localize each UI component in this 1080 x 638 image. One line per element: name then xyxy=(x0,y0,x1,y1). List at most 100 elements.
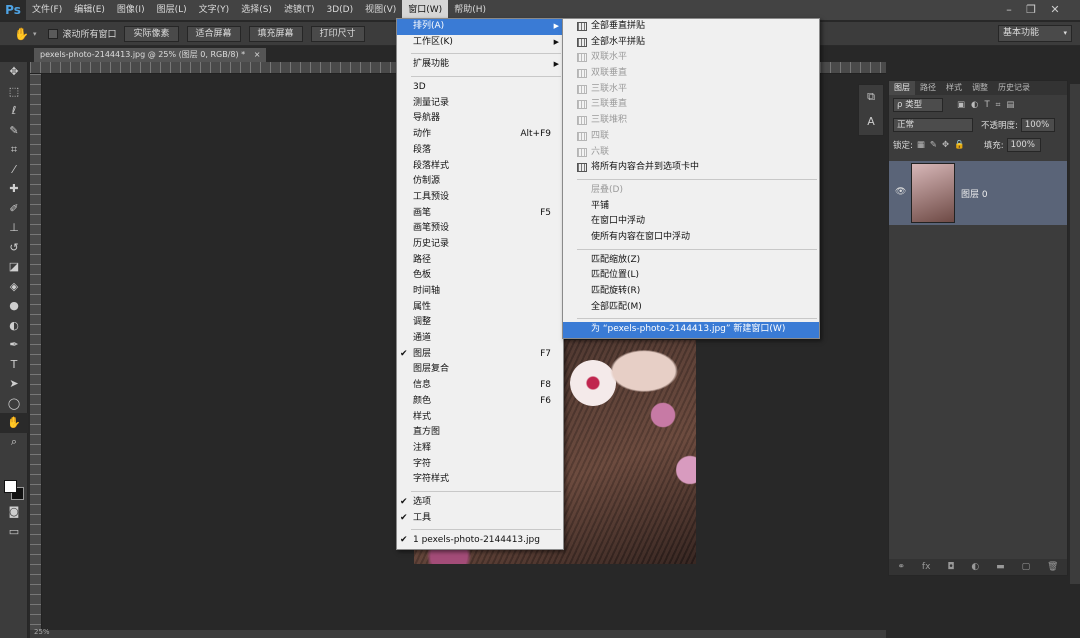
close-icon[interactable]: × xyxy=(254,50,261,59)
menu-option[interactable]: 字符 xyxy=(397,457,563,473)
menu-option[interactable]: 信息 F8 xyxy=(397,378,563,394)
new-layer-icon[interactable]: ▢ xyxy=(1022,562,1031,572)
move-tool-icon[interactable]: ✥ xyxy=(0,62,28,82)
menu-option[interactable]: 全部水平拼贴 xyxy=(563,35,819,51)
type-tool-icon[interactable]: T xyxy=(0,355,28,375)
menu-option[interactable]: 仿制源 xyxy=(397,174,563,190)
menu-option[interactable]: 直方图 xyxy=(397,425,563,441)
quick-select-tool-icon[interactable]: ✎ xyxy=(0,121,28,141)
fill-screen-button[interactable]: 填充屏幕 xyxy=(248,25,303,42)
menu-option[interactable]: 匹配位置(L) xyxy=(563,268,819,284)
panel-scrollbar[interactable] xyxy=(1070,84,1080,584)
menu-option[interactable]: 时间轴 xyxy=(397,284,563,300)
link-icon[interactable]: ⚭ xyxy=(897,562,905,572)
menu-option[interactable]: 调整 xyxy=(397,315,563,331)
trash-icon[interactable]: 🗑 xyxy=(1047,562,1058,572)
pen-tool-icon[interactable]: ✒ xyxy=(0,335,28,355)
foreground-color-swatch[interactable] xyxy=(4,480,17,493)
menu-option[interactable]: 颜色 F6 xyxy=(397,394,563,410)
menu-option[interactable]: 排列(A) ▶ xyxy=(397,19,563,35)
marquee-tool-icon[interactable]: ⬚ xyxy=(0,82,28,102)
brush-tool-icon[interactable]: ✐ xyxy=(0,199,28,219)
hand-tool-icon[interactable]: ✋ xyxy=(14,27,29,41)
dodge-tool-icon[interactable]: ◐ xyxy=(0,316,28,336)
hand-tool-icon[interactable]: ✋ xyxy=(0,413,28,433)
menu-option[interactable]: 全部匹配(M) xyxy=(563,300,819,316)
layer-row[interactable]: 👁 图层 0 xyxy=(889,161,1067,225)
menu-item[interactable]: 窗口(W) xyxy=(402,0,449,20)
blend-mode-select[interactable]: 正常 xyxy=(893,118,973,132)
menu-option[interactable]: 路径 xyxy=(397,253,563,269)
fit-screen-button[interactable]: 适合屏幕 xyxy=(186,25,241,42)
ellipse-tool-icon[interactable]: ◯ xyxy=(0,394,28,414)
menu-item[interactable]: 滤镜(T) xyxy=(278,0,321,20)
document-tab[interactable]: pexels-photo-2144413.jpg @ 25% (图层 0, RG… xyxy=(34,48,267,62)
menu-option[interactable]: 在窗口中浮动 xyxy=(563,214,819,230)
mask-icon[interactable]: ◘ xyxy=(947,562,954,572)
history-panel-icon[interactable]: ⧉ xyxy=(859,85,883,109)
eye-icon[interactable]: 👁 xyxy=(895,187,906,197)
menu-option[interactable]: ✔ 1 pexels-photo-2144413.jpg xyxy=(397,533,563,549)
menu-option[interactable]: 3D xyxy=(397,80,563,96)
menu-option[interactable]: 测量记录 xyxy=(397,96,563,112)
menu-option[interactable]: ✔ 选项 xyxy=(397,495,563,511)
menu-option[interactable]: 将所有内容合并到选项卡中 xyxy=(563,160,819,176)
menu-option[interactable]: 历史记录 xyxy=(397,237,563,253)
quick-mask-icon[interactable]: ◙ xyxy=(0,502,28,522)
layer-filter-select[interactable]: ρ 类型 xyxy=(893,98,943,112)
menu-item[interactable]: 图层(L) xyxy=(151,0,193,20)
filter-icons[interactable]: ▣◐T⌗▤ xyxy=(957,100,1020,110)
menu-item[interactable]: 帮助(H) xyxy=(448,0,492,20)
menu-item[interactable]: 文字(Y) xyxy=(193,0,236,20)
menu-option[interactable]: 使所有内容在窗口中浮动 xyxy=(563,230,819,246)
tab-layers[interactable]: 图层 xyxy=(889,81,915,95)
menu-option[interactable]: 工具预设 xyxy=(397,190,563,206)
menu-option[interactable]: 段落样式 xyxy=(397,159,563,175)
lasso-tool-icon[interactable]: ℓ xyxy=(0,101,28,121)
healing-tool-icon[interactable]: ✚ xyxy=(0,179,28,199)
workspace-select[interactable]: 基本功能 ▾ xyxy=(998,25,1072,42)
menu-option[interactable]: 平铺 xyxy=(563,199,819,215)
menu-option[interactable]: 通道 xyxy=(397,331,563,347)
menu-option[interactable]: ✔ 工具 xyxy=(397,511,563,527)
menu-option[interactable]: 全部垂直拼贴 xyxy=(563,19,819,35)
clone-stamp-tool-icon[interactable]: ⊥ xyxy=(0,218,28,238)
paint-bucket-tool-icon[interactable]: ◈ xyxy=(0,277,28,297)
menu-option[interactable]: 样式 xyxy=(397,410,563,426)
menu-option[interactable]: 匹配缩放(Z) xyxy=(563,253,819,269)
folder-icon[interactable]: ▬ xyxy=(996,562,1005,572)
blur-tool-icon[interactable]: ● xyxy=(0,296,28,316)
tab-styles[interactable]: 样式 xyxy=(941,81,967,95)
zoom-tool-icon[interactable]: ⌕ xyxy=(0,433,28,453)
fx-icon[interactable]: fx xyxy=(922,562,931,572)
actual-pixels-button[interactable]: 实际像素 xyxy=(124,25,179,42)
menu-option[interactable]: 导航器 xyxy=(397,111,563,127)
scroll-all-windows-checkbox[interactable]: 滚动所有窗口 xyxy=(48,27,116,40)
restore-icon[interactable]: ❐ xyxy=(1020,0,1042,18)
layer-name[interactable]: 图层 0 xyxy=(961,187,988,200)
menu-item[interactable]: 编辑(E) xyxy=(68,0,111,20)
menu-item[interactable]: 3D(D) xyxy=(320,0,359,20)
zoom-level[interactable]: 25% xyxy=(34,628,50,636)
tab-history[interactable]: 历史记录 xyxy=(993,81,1035,95)
menu-option[interactable]: 注释 xyxy=(397,441,563,457)
screen-mode-icon[interactable]: ▭ xyxy=(0,522,28,542)
menu-item[interactable]: 选择(S) xyxy=(235,0,278,20)
menu-option[interactable]: 字符样式 xyxy=(397,472,563,488)
opacity-input[interactable]: 100% xyxy=(1020,118,1055,132)
menu-option[interactable]: 属性 xyxy=(397,300,563,316)
menu-option[interactable]: 动作 Alt+F9 xyxy=(397,127,563,143)
path-select-tool-icon[interactable]: ➤ xyxy=(0,374,28,394)
character-panel-icon[interactable]: A xyxy=(859,109,883,133)
eyedropper-tool-icon[interactable]: ⁄ xyxy=(0,160,28,180)
lock-icons[interactable]: ▦✎✥🔒 xyxy=(917,140,970,150)
eraser-tool-icon[interactable]: ◪ xyxy=(0,257,28,277)
history-brush-tool-icon[interactable]: ↺ xyxy=(0,238,28,258)
tab-paths[interactable]: 路径 xyxy=(915,81,941,95)
menu-option[interactable]: 图层复合 xyxy=(397,362,563,378)
menu-option[interactable]: 为 “pexels-photo-2144413.jpg” 新建窗口(W) xyxy=(563,322,819,339)
close-icon[interactable]: ✕ xyxy=(1044,0,1066,18)
tab-adjustments[interactable]: 调整 xyxy=(967,81,993,95)
menu-option[interactable]: 匹配旋转(R) xyxy=(563,284,819,300)
print-size-button[interactable]: 打印尺寸 xyxy=(310,25,365,42)
